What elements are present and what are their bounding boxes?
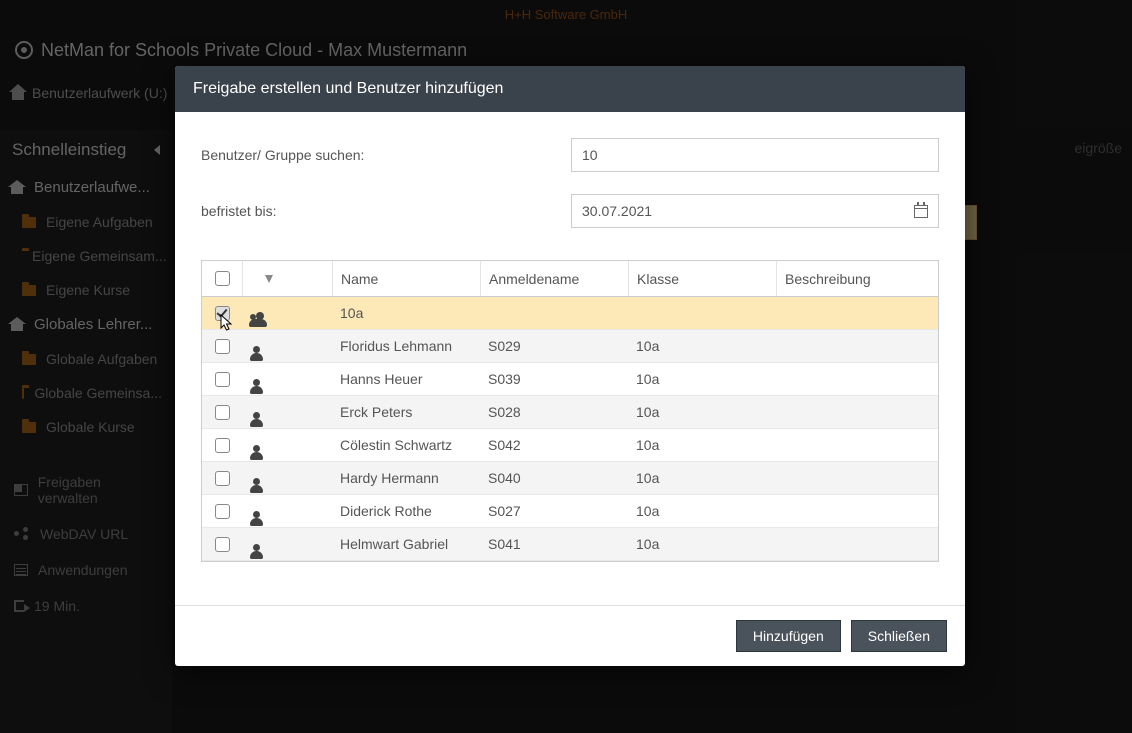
cell-class: 10a: [628, 338, 776, 354]
cell-class: 10a: [628, 470, 776, 486]
login-column-header[interactable]: Anmeldename: [480, 261, 628, 296]
date-label: befristet bis:: [201, 203, 571, 219]
table-row[interactable]: Diderick RotheS02710a: [202, 495, 938, 528]
cell-class: 10a: [628, 371, 776, 387]
cell-name: Erck Peters: [332, 404, 480, 420]
table-row[interactable]: 10a: [202, 297, 938, 330]
close-button[interactable]: Schließen: [851, 620, 947, 652]
date-picker-button[interactable]: [904, 195, 938, 227]
select-all-header[interactable]: [202, 261, 242, 296]
search-input[interactable]: [571, 138, 939, 172]
cell-class: 10a: [628, 404, 776, 420]
search-label: Benutzer/ Gruppe suchen:: [201, 147, 571, 163]
table-body[interactable]: 10aFloridus LehmannS02910aHanns HeuerS03…: [202, 297, 938, 561]
select-all-checkbox[interactable]: [215, 271, 230, 286]
cell-name: 10a: [332, 305, 480, 321]
add-button[interactable]: Hinzufügen: [736, 620, 841, 652]
table-row[interactable]: Hanns HeuerS03910a: [202, 363, 938, 396]
table-row[interactable]: Helmwart GabrielS04110a: [202, 528, 938, 561]
name-column-header[interactable]: Name: [332, 261, 480, 296]
cell-name: Diderick Rothe: [332, 503, 480, 519]
cell-login: S041: [480, 536, 628, 552]
class-column-header[interactable]: Klasse: [628, 261, 776, 296]
date-input[interactable]: [572, 195, 904, 227]
table-row[interactable]: Cölestin SchwartzS04210a: [202, 429, 938, 462]
dialog-title: Freigabe erstellen und Benutzer hinzufüg…: [175, 66, 965, 112]
table-row[interactable]: Floridus LehmannS02910a: [202, 330, 938, 363]
cell-name: Cölestin Schwartz: [332, 437, 480, 453]
cell-name: Hanns Heuer: [332, 371, 480, 387]
cell-login: S040: [480, 470, 628, 486]
share-dialog: Freigabe erstellen und Benutzer hinzufüg…: [175, 66, 965, 666]
cell-class: 10a: [628, 437, 776, 453]
row-checkbox[interactable]: [215, 306, 230, 321]
row-checkbox[interactable]: [215, 339, 230, 354]
row-checkbox[interactable]: [215, 405, 230, 420]
cell-login: S028: [480, 404, 628, 420]
cell-class: 10a: [628, 536, 776, 552]
row-checkbox[interactable]: [215, 471, 230, 486]
row-checkbox[interactable]: [215, 438, 230, 453]
user-table: Name Anmeldename Klasse Beschreibung 10a…: [201, 260, 939, 562]
sort-arrow-icon: [265, 275, 273, 283]
cell-login: S027: [480, 503, 628, 519]
row-checkbox[interactable]: [215, 504, 230, 519]
table-row[interactable]: Erck PetersS02810a: [202, 396, 938, 429]
cell-class: 10a: [628, 503, 776, 519]
table-header: Name Anmeldename Klasse Beschreibung: [202, 261, 938, 297]
row-checkbox[interactable]: [215, 537, 230, 552]
cell-name: Floridus Lehmann: [332, 338, 480, 354]
cell-name: Hardy Hermann: [332, 470, 480, 486]
sort-column-header[interactable]: [242, 261, 332, 296]
cell-login: S039: [480, 371, 628, 387]
row-checkbox[interactable]: [215, 372, 230, 387]
table-row[interactable]: Hardy HermannS04010a: [202, 462, 938, 495]
cell-login: S042: [480, 437, 628, 453]
cell-login: S029: [480, 338, 628, 354]
cell-name: Helmwart Gabriel: [332, 536, 480, 552]
desc-column-header[interactable]: Beschreibung: [776, 261, 938, 296]
calendar-icon: [914, 205, 928, 218]
